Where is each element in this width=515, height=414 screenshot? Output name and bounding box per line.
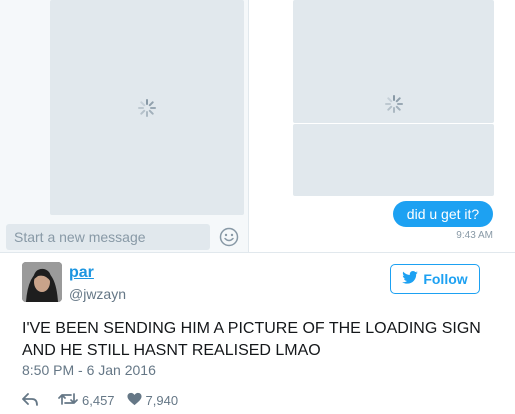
heart-icon xyxy=(127,392,142,409)
section-divider xyxy=(0,252,515,253)
loading-spinner-icon xyxy=(384,94,404,114)
twitter-bird-icon xyxy=(402,271,419,287)
dm-conversation: did u get it? 9:43 AM Start a new messag… xyxy=(0,0,515,252)
like-count: 7,940 xyxy=(145,392,179,408)
avatar[interactable] xyxy=(22,262,62,302)
user-handle[interactable]: @jwzayn xyxy=(69,286,126,302)
tweet-timestamp[interactable]: 8:50 PM - 6 Jan 2016 xyxy=(22,362,156,378)
message-input-placeholder: Start a new message xyxy=(14,229,146,245)
tweet-text: I'VE BEEN SENDING HIM A PICTURE OF THE L… xyxy=(22,320,481,359)
reply-icon[interactable] xyxy=(22,393,38,407)
image-loading-placeholder[interactable] xyxy=(50,0,244,215)
image-loading-placeholder[interactable] xyxy=(293,0,494,123)
retweet-button[interactable]: 6,457 xyxy=(58,392,115,409)
user-display-name[interactable]: par xyxy=(69,264,94,282)
retweet-count: 6,457 xyxy=(82,392,115,408)
image-loading-placeholder[interactable] xyxy=(293,124,494,196)
message-bubble[interactable]: did u get it? xyxy=(393,201,493,227)
follow-button[interactable]: Follow xyxy=(390,264,480,294)
message-input[interactable]: Start a new message xyxy=(6,224,210,250)
message-timestamp: 9:43 AM xyxy=(456,230,493,241)
smiley-icon[interactable] xyxy=(219,227,239,247)
loading-spinner-icon xyxy=(137,98,157,118)
follow-button-label: Follow xyxy=(423,271,468,287)
like-button[interactable]: 7,940 xyxy=(127,392,179,409)
tweet-actions: 6,457 7,940 xyxy=(22,390,178,410)
retweet-icon xyxy=(58,392,78,409)
